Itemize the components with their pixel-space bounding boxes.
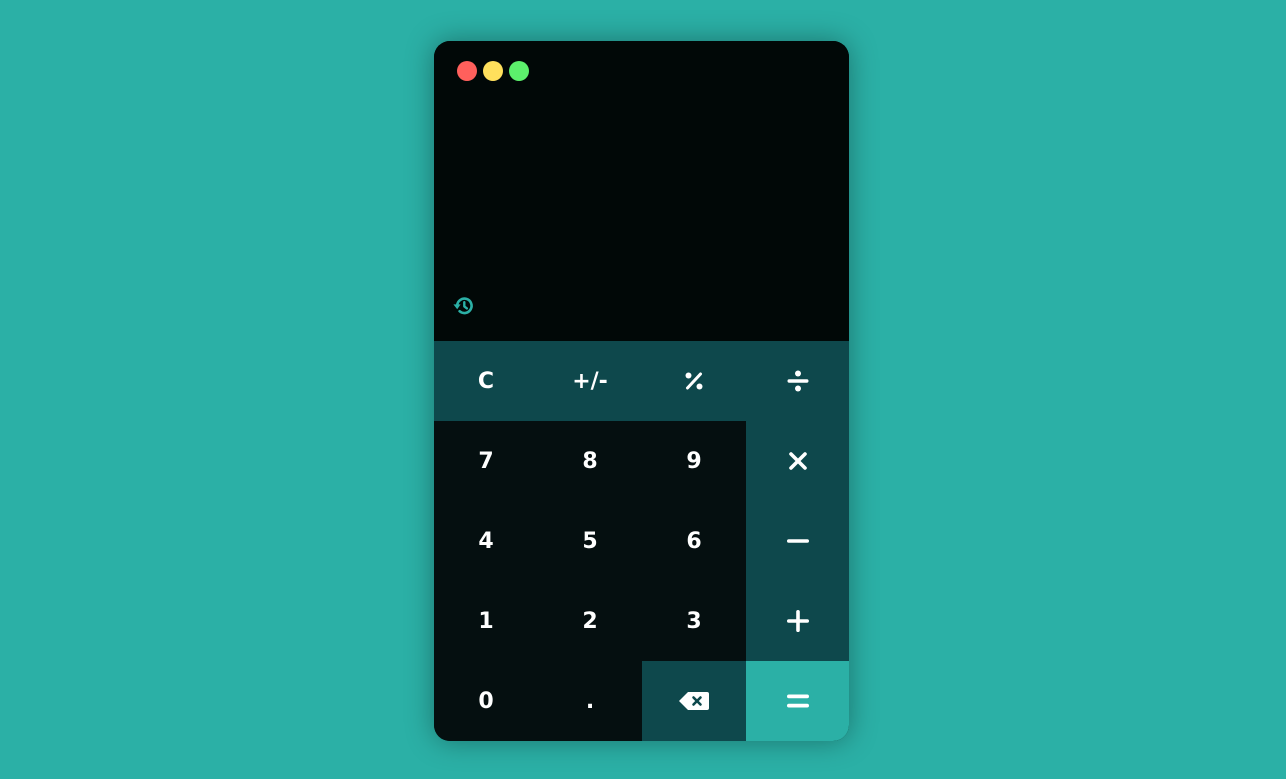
digit-8-button[interactable]: 8 xyxy=(538,421,642,501)
plus-icon xyxy=(786,610,809,632)
digit-0-button[interactable]: 0 xyxy=(434,661,538,741)
digit-1-button[interactable]: 1 xyxy=(434,581,538,661)
digit-7-label: 7 xyxy=(478,448,494,474)
digit-4-button[interactable]: 4 xyxy=(434,501,538,581)
percent-button[interactable] xyxy=(642,341,746,421)
calculator-window: C +/- 7 8 9 4 5 6 1 2 3 0 . xyxy=(434,41,849,741)
subtract-button[interactable] xyxy=(746,501,849,581)
maximize-window-button[interactable] xyxy=(509,61,529,81)
digit-6-button[interactable]: 6 xyxy=(642,501,746,581)
digit-9-button[interactable]: 9 xyxy=(642,421,746,501)
digit-0-label: 0 xyxy=(478,688,494,714)
sign-toggle-button[interactable]: +/- xyxy=(538,341,642,421)
multiply-button[interactable] xyxy=(746,421,849,501)
clear-button-label: C xyxy=(477,368,495,394)
divide-button[interactable] xyxy=(746,341,849,421)
digit-2-button[interactable]: 2 xyxy=(538,581,642,661)
digit-2-label: 2 xyxy=(582,608,598,634)
digit-1-label: 1 xyxy=(478,608,494,634)
history-button[interactable] xyxy=(452,294,476,318)
add-button[interactable] xyxy=(746,581,849,661)
history-icon xyxy=(453,297,473,315)
clear-button[interactable]: C xyxy=(434,341,538,421)
minus-icon xyxy=(786,539,809,543)
digit-6-label: 6 xyxy=(686,528,702,554)
display-panel xyxy=(434,41,849,341)
digit-3-label: 3 xyxy=(686,608,702,634)
digit-3-button[interactable]: 3 xyxy=(642,581,746,661)
multiply-icon xyxy=(788,452,807,470)
digit-5-button[interactable]: 5 xyxy=(538,501,642,581)
keypad: C +/- 7 8 9 4 5 6 1 2 3 0 . xyxy=(434,341,849,741)
sign-toggle-button-label: +/- xyxy=(572,368,608,394)
digit-9-label: 9 xyxy=(686,448,702,474)
close-window-button[interactable] xyxy=(457,61,477,81)
percent-icon xyxy=(685,372,703,390)
equals-icon xyxy=(786,694,809,708)
digit-7-button[interactable]: 7 xyxy=(434,421,538,501)
digit-5-label: 5 xyxy=(582,528,598,554)
divide-icon xyxy=(787,370,808,392)
digit-4-label: 4 xyxy=(478,528,494,554)
digit-8-label: 8 xyxy=(582,448,598,474)
equals-button[interactable] xyxy=(746,661,849,741)
backspace-button[interactable] xyxy=(642,661,746,741)
minimize-window-button[interactable] xyxy=(483,61,503,81)
backspace-icon xyxy=(679,692,709,710)
decimal-label: . xyxy=(585,688,595,714)
decimal-button[interactable]: . xyxy=(538,661,642,741)
